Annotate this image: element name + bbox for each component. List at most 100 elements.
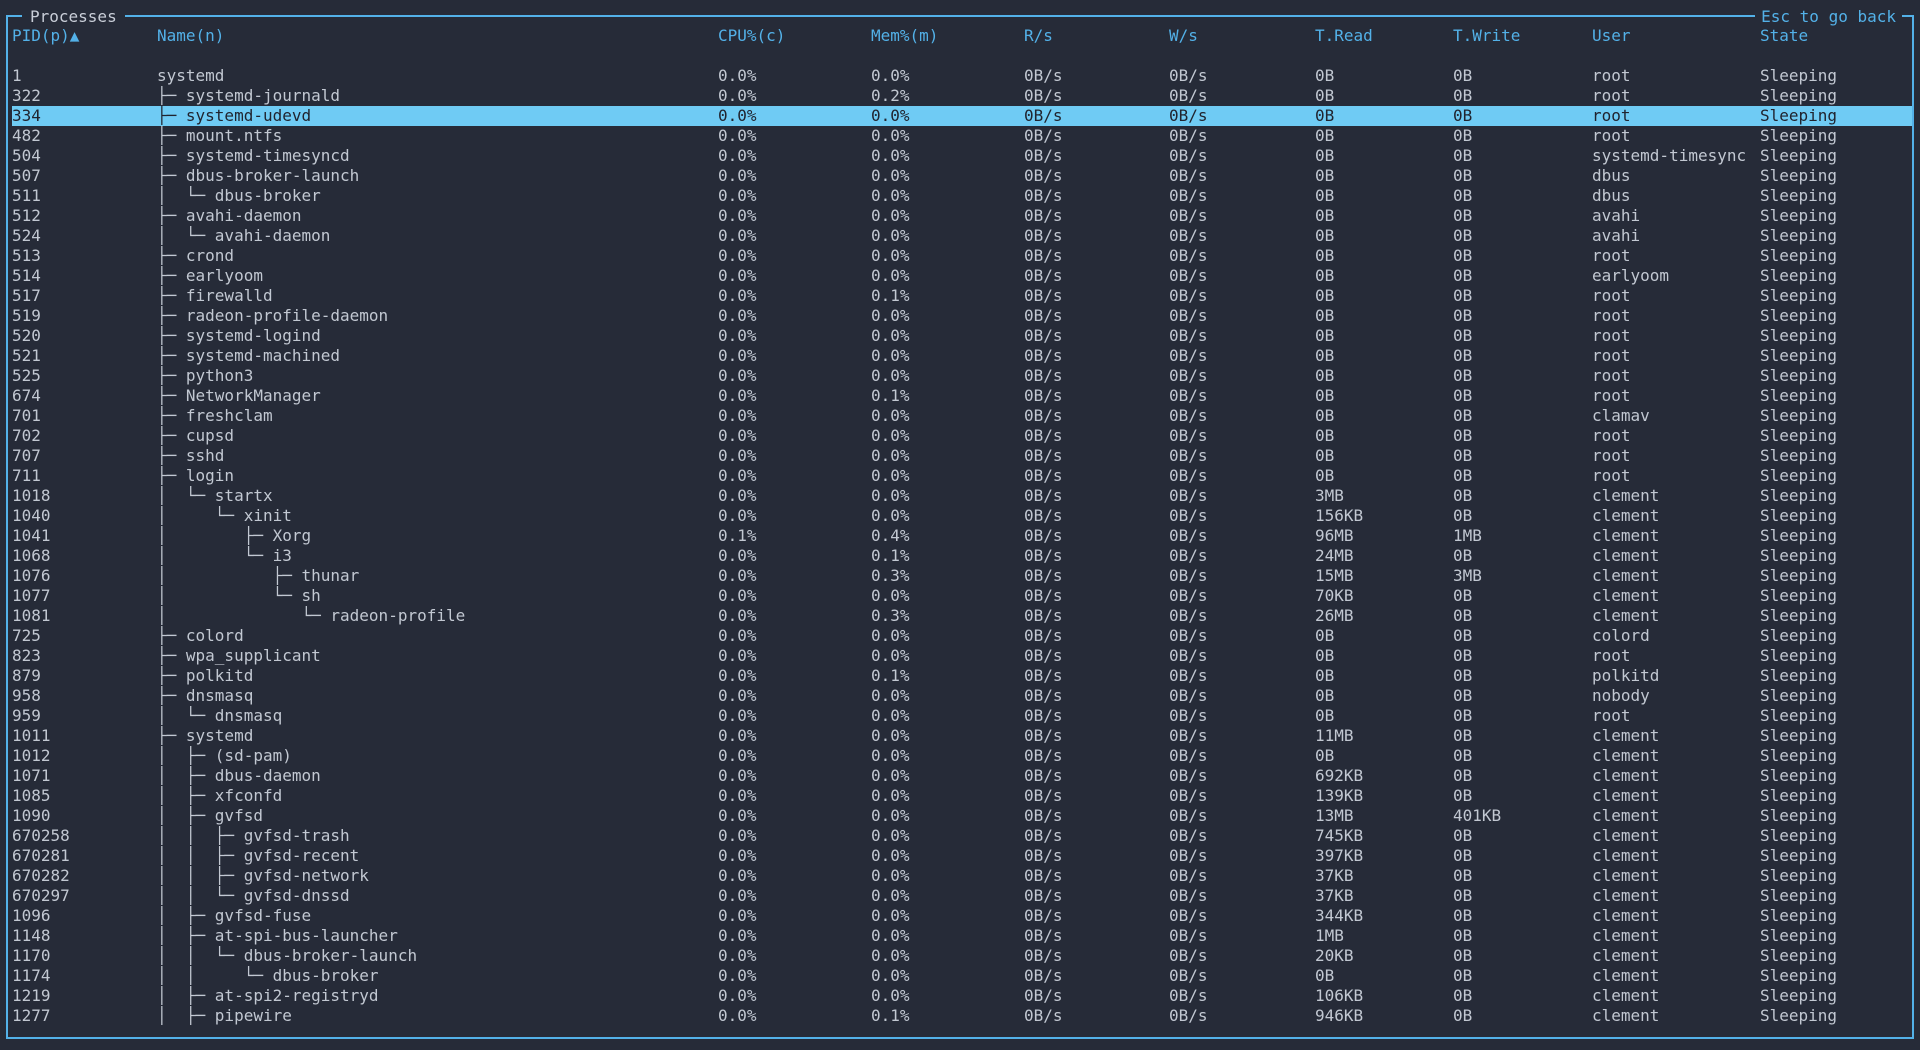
cell-cpu: 0.0% [718, 686, 871, 706]
cell-mem: 0.1% [871, 386, 1024, 406]
cell-ws: 0B/s [1169, 506, 1315, 526]
process-row[interactable]: 1085│ ├─ xfconfd0.0%0.0%0B/s0B/s139KB0Bc… [12, 786, 1912, 806]
process-row[interactable]: 525├─ python30.0%0.0%0B/s0B/s0B0BrootSle… [12, 366, 1912, 386]
process-row[interactable]: 511│ └─ dbus-broker0.0%0.0%0B/s0B/s0B0Bd… [12, 186, 1912, 206]
process-row[interactable]: 670297│ │ └─ gvfsd-dnssd0.0%0.0%0B/s0B/s… [12, 886, 1912, 906]
process-row-selected[interactable]: 334├─ systemd-udevd0.0%0.0%0B/s0B/s0B0Br… [12, 106, 1912, 126]
process-row[interactable]: 1071│ ├─ dbus-daemon0.0%0.0%0B/s0B/s692K… [12, 766, 1912, 786]
cell-state: Sleeping [1760, 526, 1905, 546]
process-row[interactable]: 514├─ earlyoom0.0%0.0%0B/s0B/s0B0Bearlyo… [12, 266, 1912, 286]
process-row[interactable]: 513├─ crond0.0%0.0%0B/s0B/s0B0BrootSleep… [12, 246, 1912, 266]
cell-ws: 0B/s [1169, 606, 1315, 626]
cell-twrite: 0B [1453, 86, 1592, 106]
process-row[interactable]: 1277│ ├─ pipewire0.0%0.1%0B/s0B/s946KB0B… [12, 1006, 1912, 1026]
cell-tread: 0B [1315, 966, 1453, 986]
cell-name: │ ├─ gvfsd-fuse [157, 906, 718, 926]
cell-state: Sleeping [1760, 186, 1905, 206]
process-row[interactable]: 520├─ systemd-logind0.0%0.0%0B/s0B/s0B0B… [12, 326, 1912, 346]
cell-pid: 524 [12, 226, 157, 246]
process-row[interactable]: 521├─ systemd-machined0.0%0.0%0B/s0B/s0B… [12, 346, 1912, 366]
cell-state: Sleeping [1760, 506, 1905, 526]
process-row[interactable]: 725├─ colord0.0%0.0%0B/s0B/s0B0BcolordSl… [12, 626, 1912, 646]
process-row[interactable]: 701├─ freshclam0.0%0.0%0B/s0B/s0B0Bclama… [12, 406, 1912, 426]
cell-pid: 322 [12, 86, 157, 106]
cell-state: Sleeping [1760, 1006, 1905, 1026]
process-row[interactable]: 1219│ ├─ at-spi2-registryd0.0%0.0%0B/s0B… [12, 986, 1912, 1006]
process-row[interactable]: 670282│ │ ├─ gvfsd-network0.0%0.0%0B/s0B… [12, 866, 1912, 886]
cell-tread: 0B [1315, 626, 1453, 646]
column-header-user[interactable]: User [1592, 26, 1760, 46]
process-row[interactable]: 519├─ radeon-profile-daemon0.0%0.0%0B/s0… [12, 306, 1912, 326]
process-row[interactable]: 507├─ dbus-broker-launch0.0%0.0%0B/s0B/s… [12, 166, 1912, 186]
process-row[interactable]: 1081│ └─ radeon-profile0.0%0.3%0B/s0B/s2… [12, 606, 1912, 626]
cell-name: ├─ dbus-broker-launch [157, 166, 718, 186]
process-row[interactable]: 1systemd0.0%0.0%0B/s0B/s0B0BrootSleeping [12, 66, 1912, 86]
process-row[interactable]: 517├─ firewalld0.0%0.1%0B/s0B/s0B0BrootS… [12, 286, 1912, 306]
cell-mem: 0.0% [871, 626, 1024, 646]
cell-tread: 96MB [1315, 526, 1453, 546]
column-header-state[interactable]: State [1760, 26, 1905, 46]
cell-cpu: 0.1% [718, 526, 871, 546]
cell-mem: 0.0% [871, 246, 1024, 266]
cell-mem: 0.3% [871, 566, 1024, 586]
cell-mem: 0.0% [871, 766, 1024, 786]
process-row[interactable]: 823├─ wpa_supplicant0.0%0.0%0B/s0B/s0B0B… [12, 646, 1912, 666]
cell-state: Sleeping [1760, 686, 1905, 706]
cell-mem: 0.0% [871, 806, 1024, 826]
column-header-ws[interactable]: W/s [1169, 26, 1315, 46]
process-row[interactable]: 1041│ ├─ Xorg0.1%0.4%0B/s0B/s96MB1MBclem… [12, 526, 1912, 546]
process-row[interactable]: 711├─ login0.0%0.0%0B/s0B/s0B0BrootSleep… [12, 466, 1912, 486]
cell-tread: 106KB [1315, 986, 1453, 1006]
process-row[interactable]: 1012│ ├─ (sd-pam)0.0%0.0%0B/s0B/s0B0Bcle… [12, 746, 1912, 766]
cell-twrite: 0B [1453, 406, 1592, 426]
process-row[interactable]: 1076│ ├─ thunar0.0%0.3%0B/s0B/s15MB3MBcl… [12, 566, 1912, 586]
process-row[interactable]: 504├─ systemd-timesyncd0.0%0.0%0B/s0B/s0… [12, 146, 1912, 166]
process-row[interactable]: 1096│ ├─ gvfsd-fuse0.0%0.0%0B/s0B/s344KB… [12, 906, 1912, 926]
process-row[interactable]: 879├─ polkitd0.0%0.1%0B/s0B/s0B0Bpolkitd… [12, 666, 1912, 686]
process-row[interactable]: 670281│ │ ├─ gvfsd-recent0.0%0.0%0B/s0B/… [12, 846, 1912, 866]
process-row[interactable]: 674├─ NetworkManager0.0%0.1%0B/s0B/s0B0B… [12, 386, 1912, 406]
column-header-rs[interactable]: R/s [1024, 26, 1169, 46]
process-row[interactable]: 1077│ └─ sh0.0%0.0%0B/s0B/s70KB0Bclement… [12, 586, 1912, 606]
process-row[interactable]: 702├─ cupsd0.0%0.0%0B/s0B/s0B0BrootSleep… [12, 426, 1912, 446]
column-header-name[interactable]: Name(n) [157, 26, 718, 46]
column-header-cpu[interactable]: CPU%(c) [718, 26, 871, 46]
process-row[interactable]: 958├─ dnsmasq0.0%0.0%0B/s0B/s0B0BnobodyS… [12, 686, 1912, 706]
process-row[interactable]: 1040│ └─ xinit0.0%0.0%0B/s0B/s156KB0Bcle… [12, 506, 1912, 526]
process-row[interactable]: 524│ └─ avahi-daemon0.0%0.0%0B/s0B/s0B0B… [12, 226, 1912, 246]
cell-mem: 0.0% [871, 966, 1024, 986]
cell-tread: 692KB [1315, 766, 1453, 786]
column-header-twrite[interactable]: T.Write [1453, 26, 1592, 46]
process-row[interactable]: 1011├─ systemd0.0%0.0%0B/s0B/s11MB0Bclem… [12, 726, 1912, 746]
cell-pid: 513 [12, 246, 157, 266]
process-row[interactable]: 670258│ │ ├─ gvfsd-trash0.0%0.0%0B/s0B/s… [12, 826, 1912, 846]
process-row[interactable]: 512├─ avahi-daemon0.0%0.0%0B/s0B/s0B0Bav… [12, 206, 1912, 226]
cell-user: root [1592, 446, 1760, 466]
process-row[interactable]: 482├─ mount.ntfs0.0%0.0%0B/s0B/s0B0Broot… [12, 126, 1912, 146]
column-header-pid[interactable]: PID(p)▲ [12, 26, 157, 46]
process-row[interactable]: 1174│ │ └─ dbus-broker0.0%0.0%0B/s0B/s0B… [12, 966, 1912, 986]
cell-twrite: 0B [1453, 286, 1592, 306]
process-row[interactable]: 1068│ └─ i30.0%0.1%0B/s0B/s24MB0Bclement… [12, 546, 1912, 566]
cell-name: │ ├─ Xorg [157, 526, 718, 546]
column-header-mem[interactable]: Mem%(m) [871, 26, 1024, 46]
cell-rs: 0B/s [1024, 466, 1169, 486]
process-row[interactable]: 1148│ ├─ at-spi-bus-launcher0.0%0.0%0B/s… [12, 926, 1912, 946]
cell-mem: 0.0% [871, 466, 1024, 486]
cell-twrite: 0B [1453, 266, 1592, 286]
process-row[interactable]: 322├─ systemd-journald0.0%0.2%0B/s0B/s0B… [12, 86, 1912, 106]
cell-cpu: 0.0% [718, 226, 871, 246]
cell-pid: 1277 [12, 1006, 157, 1026]
process-row[interactable]: 959│ └─ dnsmasq0.0%0.0%0B/s0B/s0B0BrootS… [12, 706, 1912, 726]
cell-user: root [1592, 426, 1760, 446]
cell-pid: 1174 [12, 966, 157, 986]
cell-ws: 0B/s [1169, 626, 1315, 646]
column-header-tread[interactable]: T.Read [1315, 26, 1453, 46]
process-row[interactable]: 707├─ sshd0.0%0.0%0B/s0B/s0B0BrootSleepi… [12, 446, 1912, 466]
cell-mem: 0.0% [871, 106, 1024, 126]
cell-ws: 0B/s [1169, 286, 1315, 306]
process-row[interactable]: 1170│ │ └─ dbus-broker-launch0.0%0.0%0B/… [12, 946, 1912, 966]
process-row[interactable]: 1090│ ├─ gvfsd0.0%0.0%0B/s0B/s13MB401KBc… [12, 806, 1912, 826]
cell-twrite: 0B [1453, 366, 1592, 386]
process-row[interactable]: 1018│ └─ startx0.0%0.0%0B/s0B/s3MB0Bclem… [12, 486, 1912, 506]
